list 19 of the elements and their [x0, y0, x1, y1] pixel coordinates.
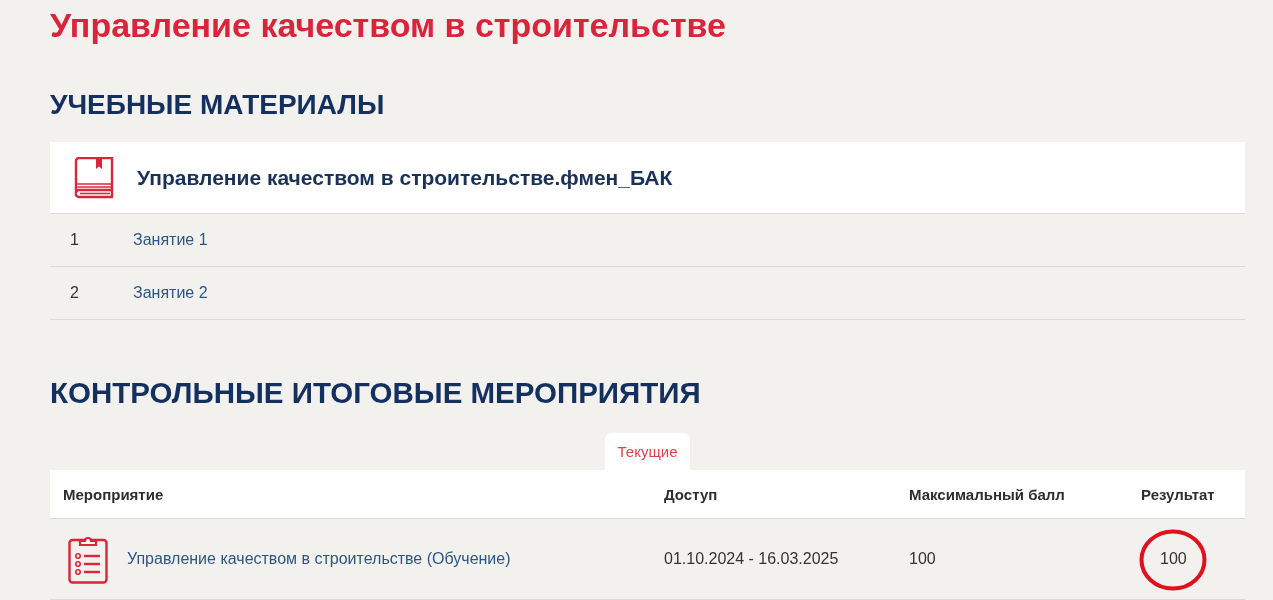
lesson-number: 2 [69, 284, 80, 302]
section-heading: КОНТРОЛЬНЫЕ ИТОГОВЫЕ МЕРОПРИЯТИЯ [50, 375, 701, 411]
max-score: 100 [909, 550, 936, 567]
column-header: Доступ [663, 485, 718, 503]
lesson-number: 1 [69, 231, 80, 249]
lesson-link[interactable]: Занятие 2 [133, 284, 208, 302]
course-title: Управление качеством в строительстве.фмен_БАК [137, 165, 673, 190]
result-score: 100 [1160, 550, 1187, 567]
section-heading: УЧЕБНЫЕ МАТЕРИАЛЫ [50, 88, 385, 122]
lesson-link[interactable]: Занятие 1 [133, 231, 208, 249]
column-header: Максимальный балл [908, 485, 1065, 503]
event-link[interactable]: Управление качеством в строительстве (Обучение) [127, 550, 511, 568]
book-icon [72, 156, 116, 199]
column-header: Результат [1140, 485, 1215, 503]
access-dates: 01.10.2024 - 16.03.2025 [664, 550, 839, 567]
clipboard-list-icon [68, 534, 108, 584]
column-header: Мероприятие [62, 485, 164, 503]
tab[interactable]: Текущие [604, 433, 691, 470]
page-title: Управление качеством в строительстве [50, 5, 726, 45]
